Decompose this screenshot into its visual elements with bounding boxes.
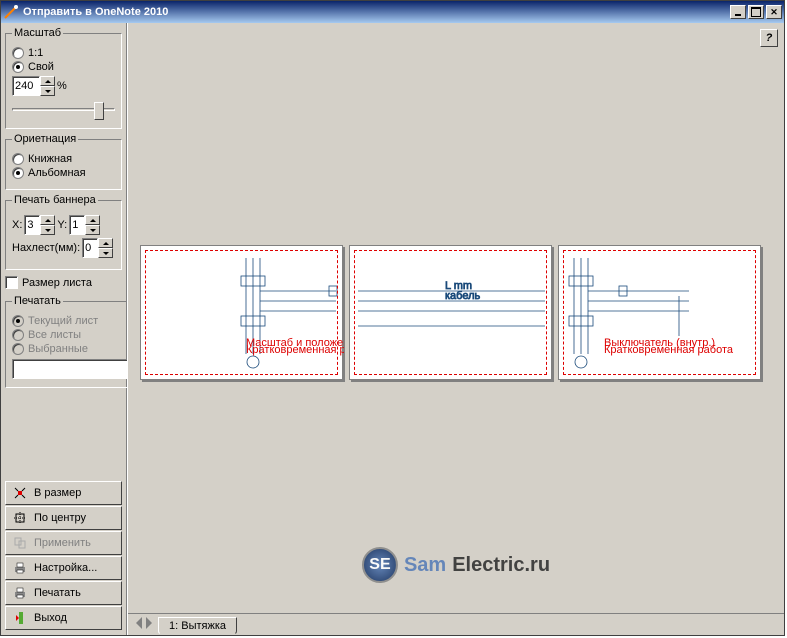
print-legend: Печатать bbox=[12, 295, 63, 307]
help-button[interactable]: ? bbox=[760, 29, 778, 47]
center-icon bbox=[12, 510, 28, 526]
window-title: Отправить в OneNote 2010 bbox=[23, 6, 728, 18]
printer-settings-icon bbox=[12, 560, 28, 576]
y-label: Y: bbox=[57, 219, 67, 231]
banner-legend: Печать баннера bbox=[12, 194, 98, 206]
radio-landscape[interactable]: Альбомная bbox=[12, 167, 115, 179]
app-window: Отправить в OneNote 2010 ✕ Масштаб 1:1 С… bbox=[0, 0, 785, 636]
radio-portrait[interactable]: Книжная bbox=[12, 153, 115, 165]
close-button[interactable]: ✕ bbox=[766, 5, 782, 19]
tab-sheet-1[interactable]: 1: Вытяжка bbox=[158, 617, 237, 635]
watermark-logo: SE bbox=[362, 547, 398, 583]
sheet-size-checkbox[interactable]: Размер листа bbox=[5, 276, 122, 289]
scale-radio-custom[interactable]: Свой bbox=[12, 61, 115, 73]
titlebar[interactable]: Отправить в OneNote 2010 ✕ bbox=[1, 1, 784, 23]
page-previews: Масштаб и положение Кратковременная рабо… bbox=[140, 245, 761, 380]
apply-icon bbox=[12, 535, 28, 551]
settings-button[interactable]: Настройка... bbox=[5, 556, 122, 580]
exit-button[interactable]: Выход bbox=[5, 606, 122, 630]
orientation-legend: Ориетнация bbox=[12, 133, 78, 145]
maximize-button[interactable] bbox=[748, 5, 764, 19]
percent-label: % bbox=[57, 80, 67, 92]
watermark: SE Sam Electric.ru bbox=[362, 547, 550, 583]
overlap-input[interactable] bbox=[82, 238, 98, 258]
x-input[interactable] bbox=[24, 215, 40, 235]
page-preview-2[interactable]: L mm кабель bbox=[349, 245, 552, 380]
page-preview-3[interactable]: Выключатель (внутр.) Кратковременная раб… bbox=[558, 245, 761, 380]
overlap-label: Нахлест(мм): bbox=[12, 242, 80, 254]
fit-button[interactable]: В размер bbox=[5, 481, 122, 505]
printer-icon bbox=[12, 585, 28, 601]
button-stack: В размер По центру Применить Настройка..… bbox=[5, 480, 122, 631]
scale-up[interactable] bbox=[40, 76, 55, 86]
x-spinner[interactable] bbox=[24, 215, 55, 235]
scale-group: Масштаб 1:1 Свой % bbox=[5, 27, 122, 129]
minimize-button[interactable] bbox=[730, 5, 746, 19]
fit-icon bbox=[12, 485, 28, 501]
svg-text:Кратковременная работа: Кратковременная работа bbox=[246, 344, 344, 356]
watermark-text-1: Sam bbox=[404, 554, 446, 577]
apply-button: Применить bbox=[5, 531, 122, 555]
scale-legend: Масштаб bbox=[12, 27, 63, 39]
banner-group: Печать баннера X: Y: Нахлест(мм): bbox=[5, 194, 122, 270]
svg-text:Кратковременная работа: Кратковременная работа bbox=[604, 344, 734, 356]
scale-input[interactable] bbox=[12, 76, 40, 96]
app-icon bbox=[3, 4, 19, 20]
schematic-3: Выключатель (внутр.) Кратковременная раб… bbox=[559, 246, 762, 381]
x-label: X: bbox=[12, 219, 22, 231]
y-input[interactable] bbox=[69, 215, 85, 235]
tab-bar: 1: Вытяжка bbox=[128, 613, 784, 635]
scale-slider[interactable] bbox=[12, 100, 115, 120]
scale-radio-11[interactable]: 1:1 bbox=[12, 47, 115, 59]
watermark-text-2: Electric.ru bbox=[452, 554, 550, 577]
center-button[interactable]: По центру bbox=[5, 506, 122, 530]
orientation-group: Ориетнация Книжная Альбомная bbox=[5, 133, 122, 190]
sidebar: Масштаб 1:1 Свой % bbox=[1, 23, 127, 635]
schematic-1: Масштаб и положение Кратковременная рабо… bbox=[141, 246, 344, 381]
print-button[interactable]: Печатать bbox=[5, 581, 122, 605]
page-preview-1[interactable]: Масштаб и положение Кратковременная рабо… bbox=[140, 245, 343, 380]
y-spinner[interactable] bbox=[69, 215, 100, 235]
svg-text:кабель: кабель bbox=[445, 290, 481, 302]
schematic-2: L mm кабель bbox=[350, 246, 553, 381]
scale-spinner[interactable] bbox=[12, 76, 55, 96]
scale-down[interactable] bbox=[40, 86, 55, 96]
exit-icon bbox=[12, 610, 28, 626]
overlap-spinner[interactable] bbox=[82, 238, 113, 258]
main-area: ? Масштаб и положение Кр bbox=[127, 23, 784, 635]
preview-pane[interactable]: ? Масштаб и положение Кр bbox=[128, 23, 784, 613]
